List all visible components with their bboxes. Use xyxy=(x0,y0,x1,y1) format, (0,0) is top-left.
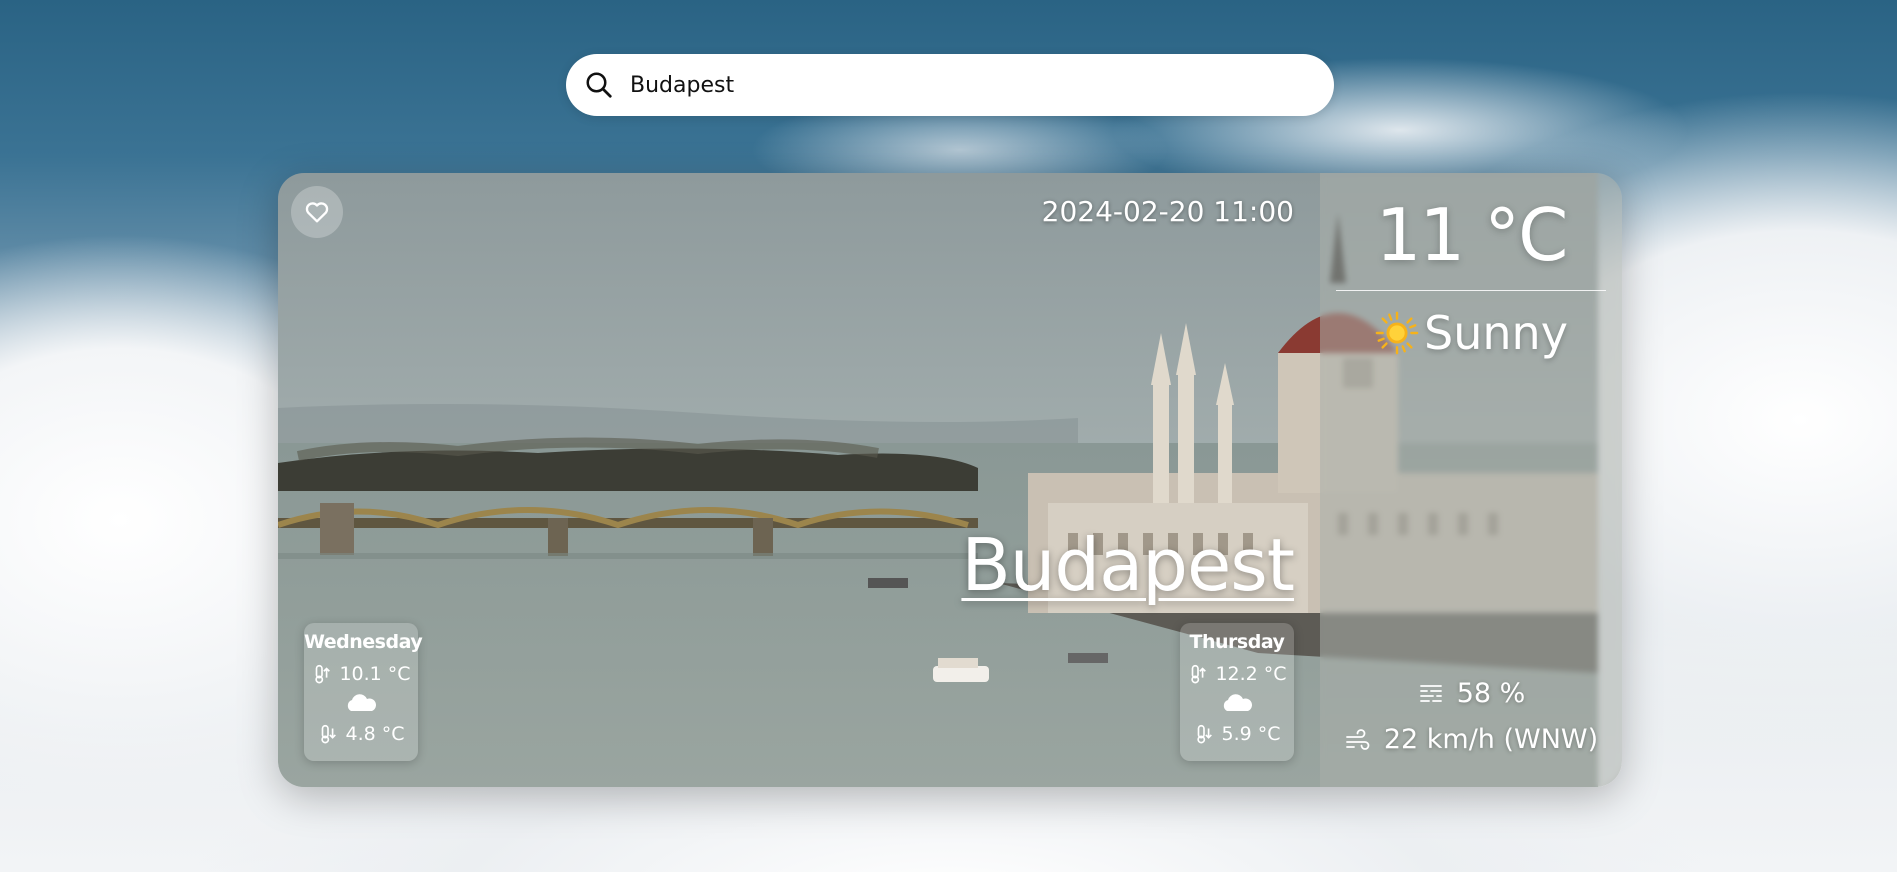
humidity-icon xyxy=(1419,684,1442,702)
forecast-min: 4.8 °C xyxy=(345,723,405,745)
thermometer-down-icon xyxy=(321,724,337,744)
sun-icon xyxy=(1375,311,1419,355)
forecast-day: Wednesday xyxy=(304,631,423,653)
thermometer-up-icon xyxy=(1191,664,1207,684)
heart-icon xyxy=(305,202,329,223)
current-condition: Sunny xyxy=(1320,306,1622,360)
cloud-icon xyxy=(347,694,376,711)
wind-value: 22 km/h (WNW) xyxy=(1383,724,1599,755)
favorite-button[interactable] xyxy=(291,186,343,238)
cloud-icon xyxy=(1223,694,1252,711)
current-weather-panel: 11 °C Sunny 58 % 22 km/h (WNW) xyxy=(1320,173,1622,787)
search-bar[interactable] xyxy=(566,54,1334,116)
current-temperature: 11 °C xyxy=(1375,193,1569,277)
humidity-value: 58 % xyxy=(1456,678,1526,709)
city-name: Budapest xyxy=(961,523,1295,607)
humidity-stat: 58 % xyxy=(1320,678,1622,709)
wind-icon xyxy=(1345,728,1370,750)
forecast-day: Thursday xyxy=(1189,631,1285,653)
forecast-max: 10.1 °C xyxy=(339,663,411,685)
thermometer-up-icon xyxy=(315,664,331,684)
thermometer-down-icon xyxy=(1197,724,1213,744)
weather-card: 2024-02-20 11:00 Budapest Wednesday 10.1… xyxy=(278,173,1622,787)
forecast-max: 12.2 °C xyxy=(1215,663,1287,685)
forecast-card-wednesday: Wednesday 10.1 °C 4.8 °C xyxy=(304,623,423,761)
divider xyxy=(1336,290,1606,291)
search-icon xyxy=(586,72,612,98)
condition-label: Sunny xyxy=(1424,306,1568,360)
search-input[interactable] xyxy=(628,71,1282,99)
forecast-min: 5.9 °C xyxy=(1221,723,1281,745)
wind-stat: 22 km/h (WNW) xyxy=(1320,724,1622,755)
forecast-card-thursday: Thursday 12.2 °C 5.9 °C xyxy=(1180,623,1294,761)
datetime-label: 2024-02-20 11:00 xyxy=(1041,195,1294,228)
